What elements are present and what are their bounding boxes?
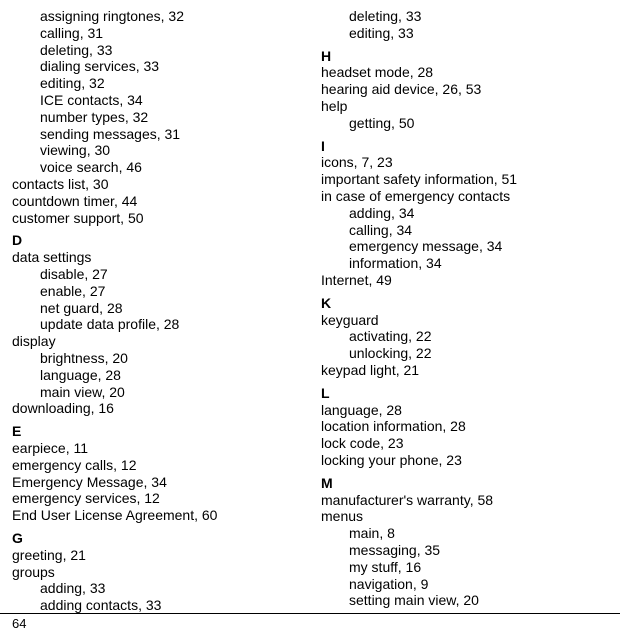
index-entry: countdown timer, 44: [12, 193, 301, 210]
index-subentry: ICE contacts, 34: [12, 92, 301, 109]
index-heading: keyguard: [321, 312, 610, 329]
index-subentry: disable, 27: [12, 266, 301, 283]
index-entry: keypad light, 21: [321, 362, 610, 379]
index-subentry: messaging, 35: [321, 542, 610, 559]
index-subentry: calling, 34: [321, 222, 610, 239]
section-letter: G: [12, 530, 301, 547]
index-entry: End User License Agreement, 60: [12, 507, 301, 524]
section-letter: M: [321, 475, 610, 492]
index-entry: language, 28: [321, 402, 610, 419]
index-entry: manufacturer's warranty, 58: [321, 492, 610, 509]
index-subentry: deleting, 33: [321, 8, 610, 25]
section-letter: E: [12, 423, 301, 440]
index-heading: in case of emergency contacts: [321, 188, 610, 205]
index-entry: downloading, 16: [12, 400, 301, 417]
section-letter: H: [321, 48, 610, 65]
index-entry: contacts list, 30: [12, 176, 301, 193]
index-subentry: language, 28: [12, 367, 301, 384]
index-entry: Emergency Message, 34: [12, 474, 301, 491]
index-subentry: unlocking, 22: [321, 345, 610, 362]
index-subentry: number types, 32: [12, 109, 301, 126]
index-entry: emergency calls, 12: [12, 457, 301, 474]
index-entry: icons, 7, 23: [321, 154, 610, 171]
index-entry: emergency services, 12: [12, 490, 301, 507]
index-entry: lock code, 23: [321, 435, 610, 452]
index-subentry: editing, 33: [321, 25, 610, 42]
section-letter: I: [321, 138, 610, 155]
index-subentry: assigning ringtones, 32: [12, 8, 301, 25]
index-subentry: calling, 31: [12, 25, 301, 42]
left-column: assigning ringtones, 32calling, 31deleti…: [12, 8, 301, 610]
page-footer: 64: [0, 613, 620, 631]
index-subentry: adding, 33: [12, 580, 301, 597]
index-subentry: deleting, 33: [12, 42, 301, 59]
index-page: assigning ringtones, 32calling, 31deleti…: [0, 0, 620, 610]
index-heading: groups: [12, 564, 301, 581]
index-subentry: update data profile, 28: [12, 316, 301, 333]
index-subentry: adding contacts, 33: [12, 597, 301, 614]
index-entry: earpiece, 11: [12, 440, 301, 457]
index-entry: locking your phone, 23: [321, 452, 610, 469]
index-entry: customer support, 50: [12, 210, 301, 227]
index-entry: headset mode, 28: [321, 64, 610, 81]
index-entry: Internet, 49: [321, 272, 610, 289]
index-heading: data settings: [12, 249, 301, 266]
right-column: deleting, 33editing, 33 Hheadset mode, 28…: [321, 8, 610, 610]
index-heading: help: [321, 98, 610, 115]
index-subentry: navigation, 9: [321, 576, 610, 593]
index-subentry: activating, 22: [321, 328, 610, 345]
index-subentry: sending messages, 31: [12, 126, 301, 143]
index-subentry: information, 34: [321, 255, 610, 272]
page-number: 64: [12, 616, 26, 631]
section-letter: D: [12, 232, 301, 249]
index-subentry: main, 8: [321, 525, 610, 542]
index-subentry: main view, 20: [12, 384, 301, 401]
index-subentry: my stuff, 16: [321, 559, 610, 576]
index-heading: menus: [321, 508, 610, 525]
index-subentry: adding, 34: [321, 205, 610, 222]
index-subentry: viewing, 30: [12, 142, 301, 159]
index-entry: hearing aid device, 26, 53: [321, 81, 610, 98]
index-heading: display: [12, 333, 301, 350]
index-subentry: dialing services, 33: [12, 58, 301, 75]
index-subentry: getting, 50: [321, 115, 610, 132]
index-entry: greeting, 21: [12, 547, 301, 564]
index-subentry: emergency message, 34: [321, 238, 610, 255]
index-subentry: brightness, 20: [12, 350, 301, 367]
index-subentry: enable, 27: [12, 283, 301, 300]
index-entry: location information, 28: [321, 418, 610, 435]
index-subentry: voice search, 46: [12, 159, 301, 176]
index-subentry: setting main view, 20: [321, 592, 610, 609]
section-letter: L: [321, 385, 610, 402]
index-subentry: net guard, 28: [12, 300, 301, 317]
index-subentry: editing, 32: [12, 75, 301, 92]
index-entry: important safety information, 51: [321, 171, 610, 188]
section-letter: K: [321, 295, 610, 312]
